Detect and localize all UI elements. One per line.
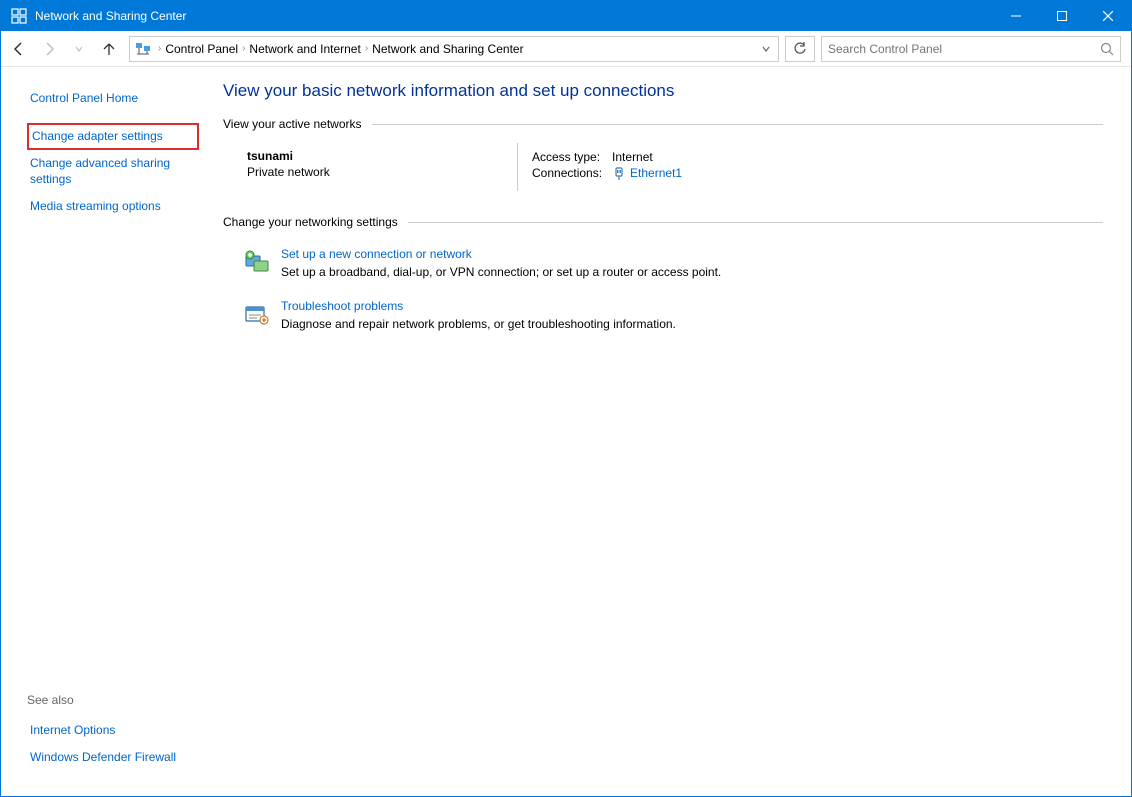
app-icon xyxy=(11,8,27,24)
network-center-icon xyxy=(134,40,152,58)
defender-firewall-link[interactable]: Windows Defender Firewall xyxy=(27,744,199,772)
breadcrumb-item[interactable]: Control Panel xyxy=(163,42,240,56)
connections-label: Connections: xyxy=(532,165,612,182)
window-title: Network and Sharing Center xyxy=(35,9,993,23)
page-title: View your basic network information and … xyxy=(223,81,1103,101)
breadcrumb-item[interactable]: Network and Internet xyxy=(247,42,362,56)
active-networks-header: View your active networks xyxy=(223,117,1103,131)
media-streaming-link[interactable]: Media streaming options xyxy=(27,193,199,221)
change-advanced-sharing-link[interactable]: Change advanced sharing settings xyxy=(27,150,199,193)
new-connection-icon xyxy=(243,249,271,277)
address-bar[interactable]: › Control Panel › Network and Internet ›… xyxy=(129,36,779,62)
refresh-button[interactable] xyxy=(785,36,815,62)
search-input[interactable] xyxy=(828,42,1100,56)
troubleshoot-item[interactable]: Troubleshoot problems Diagnose and repai… xyxy=(243,299,1103,331)
divider-line xyxy=(408,222,1103,223)
up-button[interactable] xyxy=(95,35,123,63)
recent-dropdown[interactable] xyxy=(65,35,93,63)
connection-link[interactable]: Ethernet1 xyxy=(630,166,682,180)
troubleshoot-desc: Diagnose and repair network problems, or… xyxy=(281,317,676,331)
network-type: Private network xyxy=(247,163,517,179)
chevron-right-icon: › xyxy=(363,43,370,54)
setup-connection-item[interactable]: Set up a new connection or network Set u… xyxy=(243,247,1103,279)
network-details: Access type: Internet Connections: Ether… xyxy=(532,149,692,191)
chevron-right-icon: › xyxy=(240,43,247,54)
back-button[interactable] xyxy=(5,35,33,63)
close-button[interactable] xyxy=(1085,1,1131,31)
ethernet-icon xyxy=(612,167,626,181)
address-dropdown[interactable] xyxy=(756,45,776,53)
chevron-right-icon: › xyxy=(156,43,163,54)
search-icon[interactable] xyxy=(1100,42,1114,56)
main-content: View your basic network information and … xyxy=(211,67,1131,796)
breadcrumb-item[interactable]: Network and Sharing Center xyxy=(370,42,525,56)
access-type-value: Internet xyxy=(612,149,692,165)
window: Network and Sharing Center xyxy=(0,0,1132,797)
control-panel-home-link[interactable]: Control Panel Home xyxy=(27,85,199,113)
maximize-button[interactable] xyxy=(1039,1,1085,31)
divider-line xyxy=(372,124,1103,125)
window-controls xyxy=(993,1,1131,31)
setup-connection-title: Set up a new connection or network xyxy=(281,247,721,261)
active-network-row: tsunami Private network Access type: Int… xyxy=(247,149,1103,191)
see-also-header: See also xyxy=(27,693,199,707)
search-box[interactable] xyxy=(821,36,1121,62)
network-identity: tsunami Private network xyxy=(247,149,517,191)
internet-options-link[interactable]: Internet Options xyxy=(27,717,199,745)
troubleshoot-icon xyxy=(243,301,271,329)
troubleshoot-title: Troubleshoot problems xyxy=(281,299,676,313)
network-name: tsunami xyxy=(247,149,517,163)
vertical-divider xyxy=(517,143,518,191)
change-adapter-settings-link[interactable]: Change adapter settings xyxy=(27,123,199,151)
setup-connection-desc: Set up a broadband, dial-up, or VPN conn… xyxy=(281,265,721,279)
sidebar: Control Panel Home Change adapter settin… xyxy=(1,67,211,796)
forward-button[interactable] xyxy=(35,35,63,63)
minimize-button[interactable] xyxy=(993,1,1039,31)
body: Control Panel Home Change adapter settin… xyxy=(1,67,1131,796)
access-type-label: Access type: xyxy=(532,149,612,165)
see-also-section: See also Internet Options Windows Defend… xyxy=(27,693,199,784)
toolbar: › Control Panel › Network and Internet ›… xyxy=(1,31,1131,67)
titlebar: Network and Sharing Center xyxy=(1,1,1131,31)
networking-settings-header: Change your networking settings xyxy=(223,215,1103,229)
